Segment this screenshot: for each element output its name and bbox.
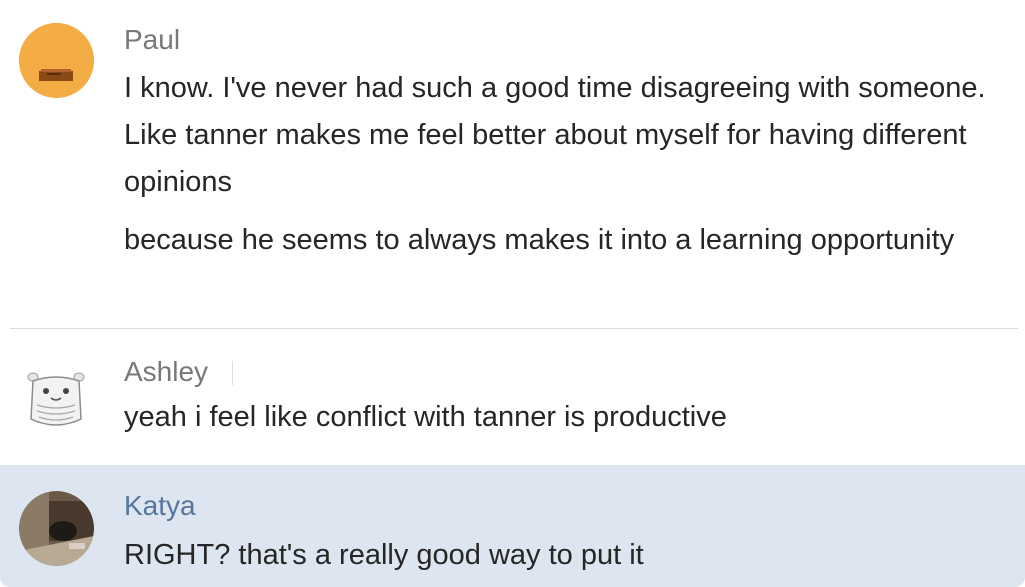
message-group-katya: Katya RIGHT? that's a really good way to… [0, 465, 1025, 587]
photo-avatar-icon[interactable] [19, 491, 94, 566]
text-cursor [232, 361, 233, 385]
chat-message-list: Paul I know. I've never had such a good … [0, 0, 1025, 587]
message-group-ashley: Ashley yeah i feel like conflict with ta… [0, 329, 1025, 465]
message-group-paul: Paul I know. I've never had such a good … [0, 0, 1025, 328]
message-author[interactable]: Ashley [124, 356, 208, 388]
message-author[interactable]: Paul [124, 24, 180, 56]
message-text: I know. I've never had such a good time … [124, 72, 986, 198]
robot-creature-avatar-icon[interactable] [19, 365, 94, 440]
message-author[interactable]: Katya [124, 490, 196, 522]
mail-envelope-avatar-icon[interactable] [19, 23, 94, 98]
message-text: yeah i feel like conflict with tanner is… [124, 401, 727, 433]
message-text: RIGHT? that's a really good way to put i… [124, 539, 644, 571]
message-text: because he seems to always makes it into… [124, 224, 955, 256]
